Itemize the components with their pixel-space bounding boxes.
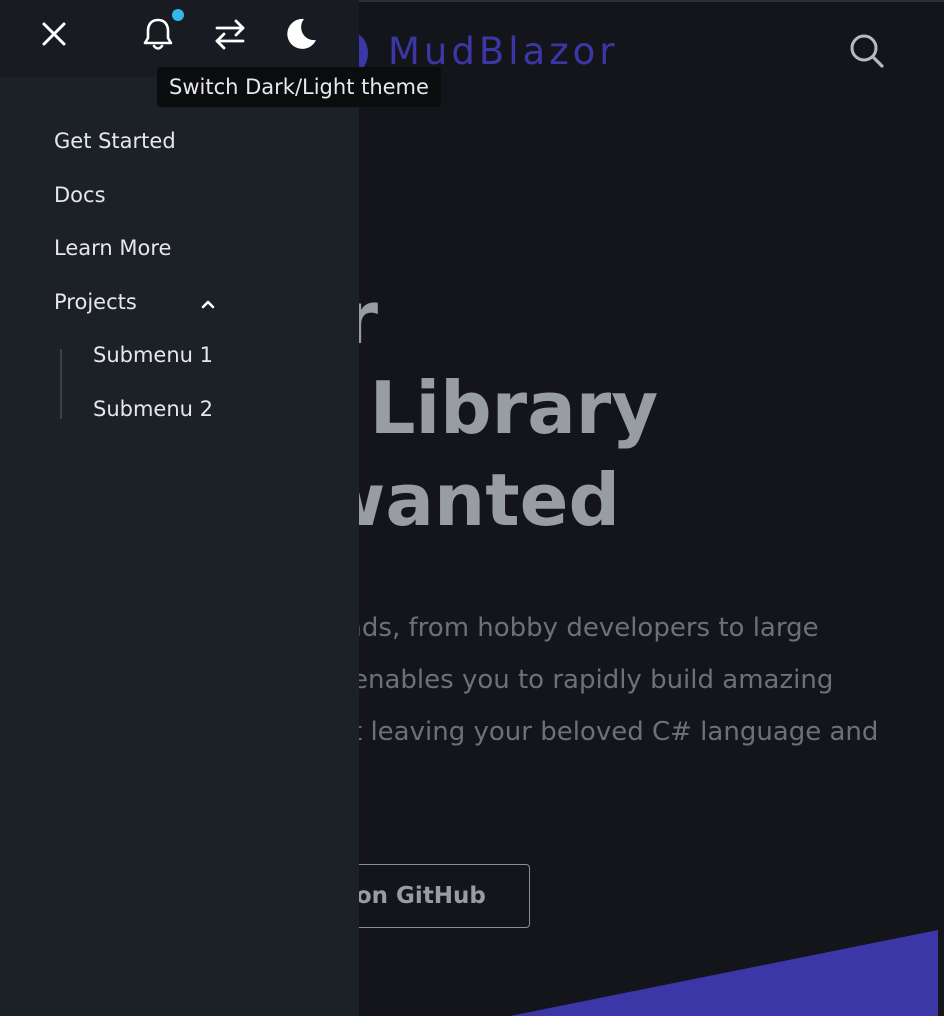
swap-icon [215, 19, 245, 50]
chevron-up-icon[interactable] [198, 294, 218, 314]
hero-description-line-2: enables you to rapidly build amazing [352, 665, 834, 695]
nav-learn-more[interactable]: Learn More [54, 236, 171, 260]
close-icon [42, 22, 66, 46]
close-drawer-button[interactable] [30, 10, 78, 58]
notification-badge [172, 9, 184, 21]
rtl-toggle-button[interactable] [206, 10, 254, 58]
nav-submenu-2[interactable]: Submenu 2 [93, 397, 213, 421]
search-button[interactable] [846, 30, 886, 70]
hero-description-line-3: t leaving your beloved C# language and [352, 717, 879, 747]
nav-get-started[interactable]: Get Started [54, 129, 176, 153]
bell-icon [143, 18, 173, 50]
hero-title-line-2-rest: Library [344, 366, 659, 450]
navigation-drawer: Get Started Docs Learn More Projects Sub… [0, 0, 359, 1016]
submenu-indent-line [60, 349, 62, 419]
search-icon [850, 34, 884, 68]
nav-submenu-1[interactable]: Submenu 1 [93, 343, 213, 367]
hero-description-line-1: ads, from hobby developers to large [346, 613, 819, 643]
moon-icon [287, 18, 316, 49]
nav-docs[interactable]: Docs [54, 183, 106, 207]
nav-projects[interactable]: Projects [54, 290, 137, 314]
theme-toggle-button[interactable] [276, 10, 324, 58]
drawer-header [0, 0, 359, 77]
theme-tooltip: Switch Dark/Light theme [157, 67, 441, 107]
